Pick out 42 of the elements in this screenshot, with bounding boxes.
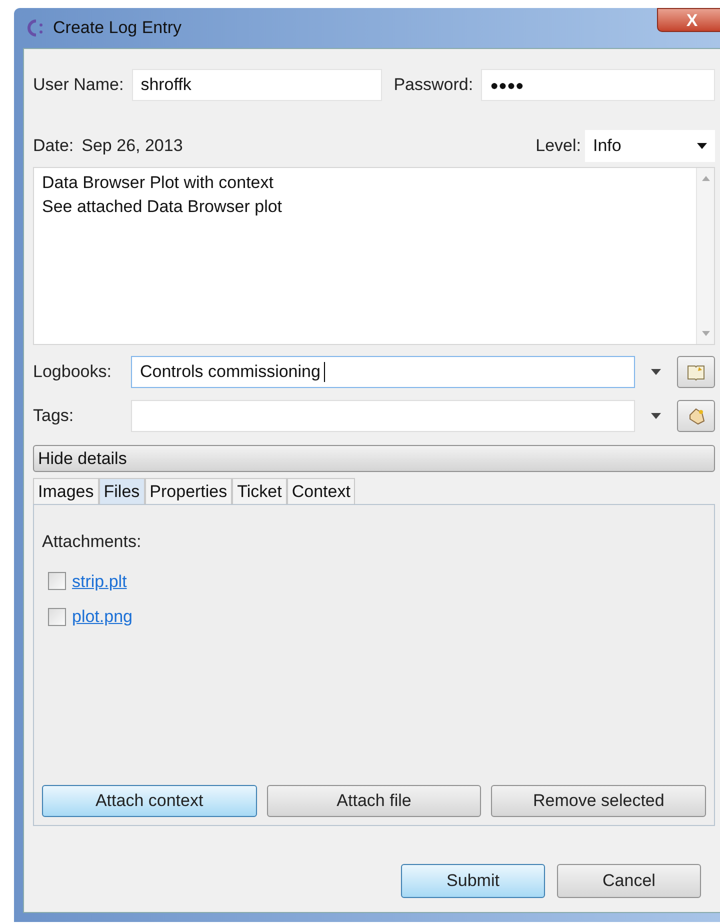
tab[interactable]: Ticket [232,478,287,504]
dropdown-arrow-icon[interactable] [651,413,661,419]
description-line: Data Browser Plot with context [42,172,274,194]
file-link[interactable]: plot.png [72,604,132,630]
file-link[interactable]: strip.plt [72,568,127,594]
hide-details-button[interactable]: Hide details [33,445,715,472]
tab[interactable]: Images [33,478,99,504]
app-logo-icon [27,19,45,37]
description-line: See attached Data Browser plot [42,196,284,218]
push-button[interactable]: Attach file [266,785,482,817]
tab[interactable]: Context [286,478,356,504]
window-title: Create Log Entry [53,17,182,40]
attachments-label: Attachments: [42,531,142,553]
date-value: Sep 26, 2013 [82,135,183,158]
scroll-down-arrow-icon[interactable] [702,331,710,336]
tab[interactable]: Properties [144,478,232,504]
book-icon [686,363,706,381]
field-label: Password: [394,74,474,96]
tab[interactable]: Files [98,478,145,504]
field-label: Level: [536,135,581,158]
field-label: Logbooks: [33,361,112,384]
checkbox[interactable] [48,572,66,590]
checkbox[interactable] [48,608,66,626]
scroll-up-arrow-icon[interactable] [702,176,710,181]
description-text-area[interactable]: Data Browser Plot with context See attached Data Browser plot [33,167,715,345]
vertical-scrollbar[interactable] [696,168,714,344]
push-button[interactable]: Remove selected [491,785,706,817]
password-field[interactable]: ●●●● [481,69,715,101]
level-dropdown[interactable]: Info [585,130,715,162]
push-button[interactable]: Submit [401,864,545,898]
field-label: Tags: [33,405,75,428]
push-button[interactable]: Attach context [42,785,257,817]
push-button[interactable]: Cancel [557,864,701,898]
field-label: Date: [33,135,74,158]
dropdown-arrow-icon[interactable] [651,369,661,375]
combo-field[interactable]: Controls commissioning [131,356,635,388]
combo-field[interactable] [131,400,635,432]
icon-button[interactable] [677,356,715,388]
dropdown-arrow-icon [697,143,707,149]
icon-button[interactable] [677,400,715,432]
field-label: User Name: [33,74,124,96]
user-name-field[interactable]: shroffk [132,69,382,101]
